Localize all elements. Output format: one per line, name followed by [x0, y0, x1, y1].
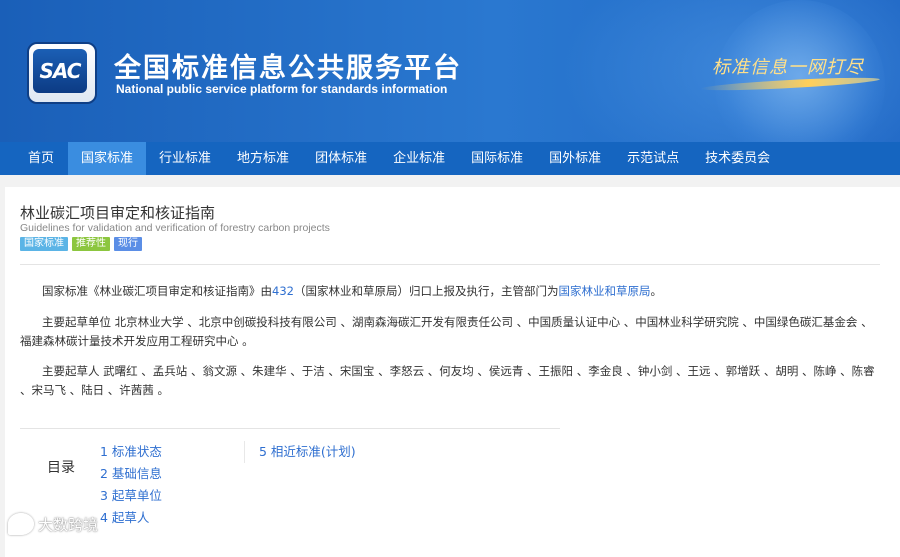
drafting-units-text: 北京林业大学 、北京中创碳投科技有限公司 、湖南森海碳汇开发有限责任公司 、中国…: [20, 315, 873, 348]
intro-text-2: （国家林业和草原局）归口上报及执行，主管部门为: [293, 284, 559, 298]
page-title: 林业碳汇项目审定和核证指南: [20, 204, 216, 222]
drafters-text: 武曙红 、孟兵站 、翁文源 、朱建华 、于洁 、宋国宝 、李怒云 、何友均 、侯…: [20, 364, 875, 397]
status-tags: 国家标准 推荐性 现行: [20, 237, 142, 251]
toc-column-1: 1 标准状态 2 基础信息 3 起草单位 4 起草人: [100, 441, 162, 529]
nav-item-industry-standards[interactable]: 行业标准: [146, 142, 224, 175]
tc-code-link[interactable]: 432: [272, 284, 294, 298]
table-of-contents: 目录 1 标准状态 2 基础信息 3 起草单位 4 起草人 5 相近标准(计划): [20, 428, 560, 549]
tag-national-standard: 国家标准: [20, 237, 68, 251]
watermark: 大数跨境: [8, 513, 98, 535]
authority-link[interactable]: 国家林业和草原局: [558, 284, 650, 298]
toc-column-2: 5 相近标准(计划): [244, 441, 356, 463]
nav-item-international-standards[interactable]: 国际标准: [458, 142, 536, 175]
chat-bubble-icon: [8, 513, 34, 535]
toc-item-similar-standards[interactable]: 5 相近标准(计划): [259, 441, 356, 463]
toc-item-drafting-units[interactable]: 3 起草单位: [100, 485, 162, 507]
nav-item-local-standards[interactable]: 地方标准: [224, 142, 302, 175]
nav-item-home[interactable]: 首页: [0, 142, 68, 175]
intro-text-1: 国家标准《林业碳汇项目审定和核证指南》由: [42, 284, 272, 298]
nav-item-technical-committee[interactable]: 技术委员会: [692, 142, 783, 175]
intro-text-3: 。: [650, 284, 662, 298]
slogan: 标准信息一网打尽: [712, 57, 864, 78]
toc-item-status[interactable]: 1 标准状态: [100, 441, 162, 463]
logo-text: SAC: [33, 49, 87, 93]
sac-logo[interactable]: SAC: [27, 42, 97, 104]
watermark-text: 大数跨境: [38, 515, 99, 534]
toc-heading: 目录: [47, 460, 75, 476]
page-title-en: Guidelines for validation and verificati…: [20, 222, 330, 234]
intro-paragraph: 国家标准《林业碳汇项目审定和核证指南》由432（国家林业和草原局）归口上报及执行…: [20, 282, 880, 301]
nav-item-pilot[interactable]: 示范试点: [614, 142, 692, 175]
site-title: 全国标准信息公共服务平台: [114, 53, 462, 84]
tag-recommended: 推荐性: [72, 237, 110, 251]
header-banner: SAC 全国标准信息公共服务平台 National public service…: [0, 0, 900, 142]
drafting-units-label: 主要起草单位: [42, 315, 111, 329]
drafters-label: 主要起草人: [42, 364, 100, 378]
divider: [20, 264, 880, 265]
drafting-units-paragraph: 主要起草单位 北京林业大学 、北京中创碳投科技有限公司 、湖南森海碳汇开发有限责…: [20, 313, 880, 351]
nav-item-group-standards[interactable]: 团体标准: [302, 142, 380, 175]
main-nav: 首页 国家标准 行业标准 地方标准 团体标准 企业标准 国际标准 国外标准 示范…: [0, 142, 900, 175]
toc-item-drafters[interactable]: 4 起草人: [100, 507, 162, 529]
site-title-en: National public service platform for sta…: [116, 82, 448, 96]
nav-item-foreign-standards[interactable]: 国外标准: [536, 142, 614, 175]
nav-item-national-standards[interactable]: 国家标准: [68, 142, 147, 175]
tag-current: 现行: [114, 237, 142, 251]
nav-item-enterprise-standards[interactable]: 企业标准: [380, 142, 458, 175]
toc-item-basic-info[interactable]: 2 基础信息: [100, 463, 162, 485]
drafters-paragraph: 主要起草人 武曙红 、孟兵站 、翁文源 、朱建华 、于洁 、宋国宝 、李怒云 、…: [20, 362, 880, 400]
